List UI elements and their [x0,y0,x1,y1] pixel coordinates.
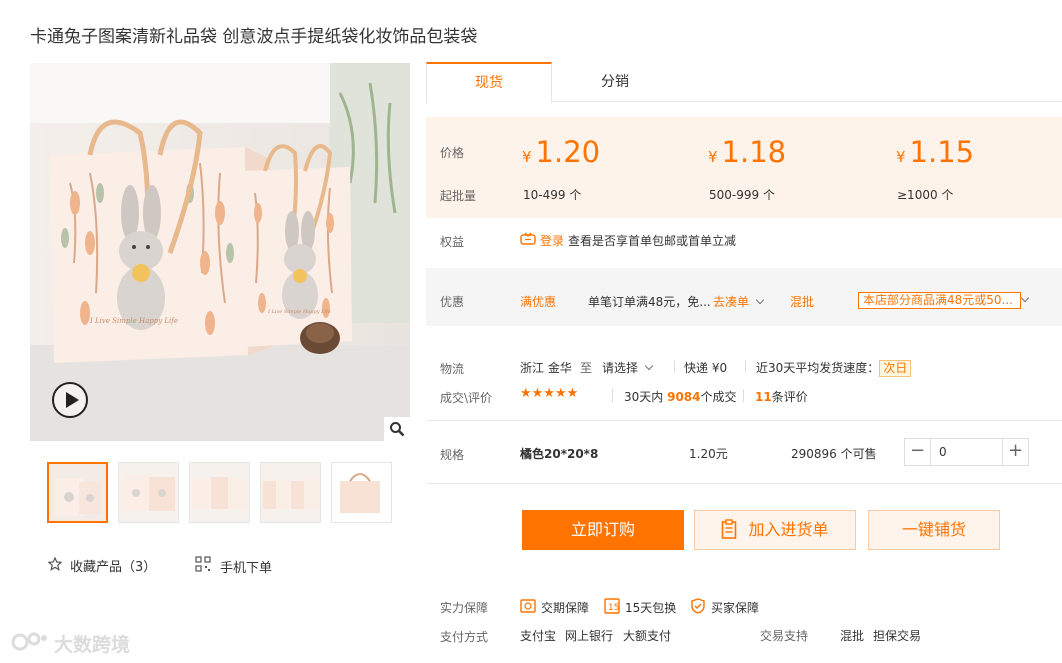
chevron-down-icon [755,295,765,305]
price-box: 价格 起批量 ¥1.20 ¥1.18 ¥1.15 10-499 个 500-99… [426,117,1062,218]
guarantee-label: 实力保障 [440,601,489,615]
deals-label: 成交\评价 [440,391,493,405]
mobile-order-button[interactable]: 手机下单 [195,556,272,576]
product-photo: I Live Simple Happy Life I Live Simple H… [30,63,410,441]
price-tier-1: ¥1.20 [522,135,601,169]
thumbnail-3[interactable] [189,462,250,523]
order-now-button[interactable]: 立即订购 [522,510,684,550]
guarantee-exchange[interactable]: 15 15天包换 [604,598,676,617]
clipboard-icon [721,519,748,539]
moq-label: 起批量 [440,189,477,203]
next-day-badge: 次日 [879,360,912,377]
shipping-speed: 近30天平均发货速度： 次日 [756,359,912,377]
deal-count: 30天内 9084个成交 [624,390,737,404]
destination-select[interactable]: 请选择 [602,359,654,376]
watermark: 大数跨境 [10,630,130,657]
benefits-label: 权益 [440,235,465,249]
divider [426,420,1062,421]
chevron-down-icon [1020,293,1030,303]
tab-distribution[interactable]: 分销 [552,62,678,102]
thumbnail-5[interactable] [331,462,392,523]
trade-escrow: 担保交易 [873,629,922,643]
spec-name: 橘色20*20*8 [520,447,599,461]
price-tier-2: ¥1.18 [708,135,787,169]
moq-tier-1: 10-499 个 [523,188,582,202]
mobile-order-label: 手机下单 [220,560,273,576]
zoom-button[interactable] [384,417,410,441]
go-combine-link[interactable]: 去凑单 [713,293,765,310]
moq-tier-3: ≥1000 个 [897,188,954,202]
promo-desc: 单笔订单满48元，免... [588,295,711,309]
svg-text:15: 15 [608,603,619,613]
ship-to-word: 至 [580,361,593,375]
product-title: 卡通兔子图案清新礼品袋 创意波点手提纸袋化妆饰品包装袋 [30,27,478,47]
payment-label: 支付方式 [440,630,489,644]
payment-large: 大额支付 [623,629,672,643]
favorite-label: 收藏产品（3） [70,560,157,575]
trade-mixed: 混批 [840,629,865,643]
play-video-button[interactable] [52,382,88,418]
divider [674,360,675,373]
benefits-text: 查看是否享首单包邮或首单立减 [568,234,737,248]
svg-text:I Live Simple Happy Life: I Live Simple Happy Life [89,317,178,325]
login-link[interactable]: 登录 [540,232,564,249]
quantity-input[interactable] [931,439,1002,465]
rating-stars: ★★★★★ [520,386,579,401]
qr-code-icon [195,556,211,576]
watermark-logo-icon [10,630,50,657]
logistics-label: 物流 [440,362,465,376]
tab-spot[interactable]: 现货 [426,62,552,103]
promo-label: 优惠 [440,295,465,309]
svg-text:I Live Simple Happy Life: I Live Simple Happy Life [267,309,331,315]
thumbnail-1[interactable] [47,462,108,523]
ship-from: 浙江 金华 [520,361,572,375]
watermark-text: 大数跨境 [54,634,131,656]
coupon-icon [520,232,536,249]
review-count-link[interactable]: 11条评价 [755,388,808,405]
main-product-image[interactable]: I Live Simple Happy Life I Live Simple H… [30,63,410,441]
guarantee-delivery[interactable]: 交期保障 [520,598,589,617]
payment-alipay: 支付宝 [520,629,557,643]
offer-tabs: 现货 分销 [426,62,1062,103]
chevron-down-icon [644,361,654,371]
price-label: 价格 [440,146,465,160]
spec-price: 1.20元 [689,447,728,461]
divider [612,389,613,402]
spec-stock: 290896 个可售 [791,447,877,461]
one-click-distribute-button[interactable]: 一键铺货 [868,510,1000,550]
delivery-guarantee-icon [520,598,536,617]
price-tier-3: ¥1.15 [896,135,975,169]
exchange-icon: 15 [604,598,620,617]
magnifier-icon [390,422,405,437]
benefits-row: 登录 查看是否享首单包邮或首单立减 [520,232,736,249]
divider [426,483,1062,484]
thumbnail-strip [47,462,392,523]
add-to-cart-button[interactable]: 加入进货单 [694,510,856,550]
guarantee-buyer[interactable]: 买家保障 [690,598,759,617]
spec-label: 规格 [440,448,465,462]
mixed-batch-label: 混批 [790,295,815,309]
product-page: 卡通兔子图案清新礼品袋 创意波点手提纸袋化妆饰品包装袋 I Live Simpl… [0,0,1062,663]
promo-name: 满优惠 [520,295,557,309]
moq-tier-2: 500-999 个 [709,188,775,202]
quantity-stepper: − + [904,438,1029,466]
trade-support-label: 交易支持 [760,629,809,643]
increase-button[interactable]: + [1002,439,1028,465]
promo-expand[interactable] [1020,293,1030,307]
decrease-button[interactable]: − [905,439,931,465]
divider [743,389,744,402]
favorite-button[interactable]: 收藏产品（3） [47,556,157,575]
store-promo-tag[interactable]: 本店部分商品满48元或50... [858,292,1021,309]
star-outline-icon [47,556,63,575]
shield-icon [690,598,706,617]
payment-netbank: 网上银行 [565,629,614,643]
express-fee: 快递 ¥0 [684,361,728,375]
thumbnail-2[interactable] [118,462,179,523]
divider [745,360,746,373]
thumbnail-4[interactable] [260,462,321,523]
